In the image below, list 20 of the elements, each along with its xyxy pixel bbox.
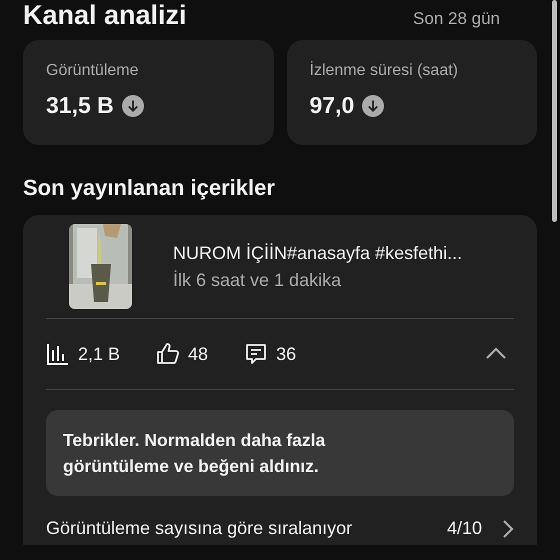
stat-value: 2,1 B: [78, 344, 120, 364]
notice-message: Tebrikler. Normalden daha fazla görüntüleme ve beğeni aldınız.: [46, 410, 514, 496]
comment-icon: [244, 342, 268, 366]
metric-label: İzlenme süresi (saat): [310, 62, 458, 80]
period-label: Son 28 gün: [413, 9, 500, 29]
video-subtitle: İlk 6 saat ve 1 dakika: [173, 270, 342, 290]
video-title[interactable]: NUROM İÇİİN#anasayfa #kesfethi...: [173, 242, 462, 264]
section-title: Kanal analizi: [23, 0, 187, 31]
thumbs-up-icon: [156, 342, 180, 366]
stat-value: 48: [188, 344, 208, 364]
bar-chart-icon: [46, 342, 70, 366]
stat-value: 36: [276, 344, 296, 364]
scrollbar[interactable]: [552, 0, 557, 222]
ranking-position: 4/10: [446, 518, 482, 539]
ranking-label: Görüntüleme sayısına göre sıralanıyor: [46, 518, 354, 539]
metric-value: 97,0: [310, 92, 354, 119]
metric-value: 31,5 B: [46, 92, 114, 119]
chevron-right-icon[interactable]: [502, 518, 514, 538]
metric-label: Görüntüleme: [46, 62, 138, 80]
section-title: Son yayınlanan içerikler: [23, 175, 275, 201]
